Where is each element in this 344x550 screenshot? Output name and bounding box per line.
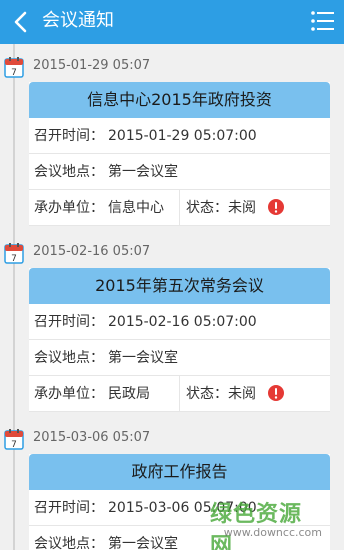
place-value: 第一会议室	[108, 536, 178, 550]
status-cell: 状态：未阅	[180, 376, 330, 411]
calendar-icon: 7	[4, 428, 24, 450]
place-value: 第一会议室	[108, 164, 178, 180]
app-header: 会议通知	[0, 0, 344, 44]
watermark-text: 绿色资源网	[210, 502, 303, 550]
time-value: 2015-01-29 05:07:00	[108, 128, 257, 144]
meeting-unit-status-row: 承办单位： 民政局 状态：未阅	[29, 376, 330, 412]
meeting-timeline[interactable]: 7 2015-01-29 05:07 信息中心2015年政府投资 召开时间： 20…	[0, 44, 344, 550]
meeting-time-row: 召开时间： 2015-01-29 05:07:00	[29, 118, 330, 154]
meeting-card[interactable]: 信息中心2015年政府投资 召开时间： 2015-01-29 05:07:00 会…	[29, 82, 330, 226]
calendar-icon: 7	[4, 56, 24, 78]
meeting-date: 2015-03-06 05:07	[33, 430, 151, 445]
meeting-date: 2015-01-29 05:07	[33, 58, 151, 73]
svg-text:7: 7	[11, 68, 17, 78]
watermark-url: www.downcc.com	[223, 526, 322, 539]
time-label: 召开时间：	[34, 128, 104, 144]
page-title: 会议通知	[42, 10, 114, 31]
unit-label: 承办单位：	[34, 386, 104, 402]
site-watermark: 绿色资源网 www.downcc.com	[210, 496, 344, 550]
timeline-line	[13, 44, 15, 550]
status-value: 未阅	[228, 200, 256, 216]
place-label: 会议地点：	[34, 350, 104, 366]
time-label: 召开时间：	[34, 314, 104, 330]
unit-value: 民政局	[108, 386, 150, 402]
unit-value: 信息中心	[108, 200, 164, 216]
meeting-place-row: 会议地点： 第一会议室	[29, 154, 330, 190]
meeting-unit-status-row: 承办单位： 信息中心 状态：未阅	[29, 190, 330, 226]
place-value: 第一会议室	[108, 350, 178, 366]
status-cell: 状态：未阅	[180, 190, 330, 225]
list-menu-icon	[311, 11, 334, 31]
time-label: 召开时间：	[34, 500, 104, 516]
unit-cell: 承办单位： 民政局	[29, 376, 180, 411]
place-label: 会议地点：	[34, 536, 104, 550]
meeting-title[interactable]: 政府工作报告	[29, 454, 330, 490]
alert-icon	[268, 379, 285, 401]
unit-cell: 承办单位： 信息中心	[29, 190, 180, 225]
calendar-icon: 7	[4, 242, 24, 264]
alert-icon	[268, 193, 285, 215]
meeting-card[interactable]: 2015年第五次常务会议 召开时间： 2015-02-16 05:07:00 会议…	[29, 268, 330, 412]
back-button[interactable]	[8, 8, 34, 36]
svg-text:7: 7	[11, 254, 17, 264]
time-value: 2015-02-16 05:07:00	[108, 314, 257, 330]
unit-label: 承办单位：	[34, 200, 104, 216]
meeting-place-row: 会议地点： 第一会议室	[29, 340, 330, 376]
meeting-title[interactable]: 2015年第五次常务会议	[29, 268, 330, 304]
back-arrow-icon	[14, 11, 27, 33]
status-value: 未阅	[228, 386, 256, 402]
svg-text:7: 7	[11, 440, 17, 450]
status-label: 状态：	[186, 200, 228, 216]
menu-button[interactable]	[310, 8, 334, 34]
meeting-date: 2015-02-16 05:07	[33, 244, 151, 259]
place-label: 会议地点：	[34, 164, 104, 180]
meeting-time-row: 召开时间： 2015-02-16 05:07:00	[29, 304, 330, 340]
status-label: 状态：	[186, 386, 228, 402]
meeting-title[interactable]: 信息中心2015年政府投资	[29, 82, 330, 118]
